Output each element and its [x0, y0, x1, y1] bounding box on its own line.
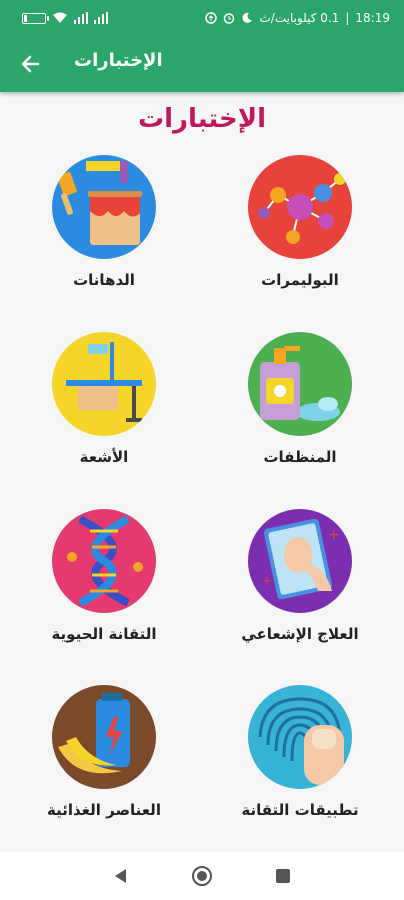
fingerprint-icon [248, 685, 352, 789]
status-left [22, 12, 108, 24]
test-item-label: الأشعة [79, 448, 129, 466]
clock: 18:19 [355, 11, 390, 25]
svg-text:+: + [328, 527, 340, 543]
test-item-label: الدهانات [73, 271, 135, 289]
data-saver-icon [205, 12, 218, 24]
back-button[interactable] [16, 50, 44, 78]
app-bar: الإختبارات [0, 36, 404, 92]
signal-icon [74, 12, 88, 24]
nav-back-button[interactable] [101, 856, 141, 896]
status-bar: 0.1 كيلوبايت/ث | 18:19 [0, 0, 404, 36]
nav-home-button[interactable] [182, 856, 222, 896]
test-item-label: البوليمرات [261, 271, 339, 289]
test-item-biotech[interactable]: التقانة الحيوية [29, 509, 179, 679]
xray-table-icon [52, 332, 156, 436]
signal-icon-2 [94, 12, 108, 24]
detergents-bottle-icon [248, 332, 352, 436]
system-nav-bar [0, 852, 404, 900]
test-item-radiotherapy[interactable]: + + العلاج الإشعاعي [225, 509, 375, 679]
wifi-icon [53, 12, 67, 23]
test-item-label: المنظفات [263, 448, 337, 466]
test-item-xray[interactable]: الأشعة [29, 332, 179, 502]
network-speed: 0.1 كيلوبايت/ث [259, 11, 340, 25]
page-title: الإختبارات [137, 104, 266, 134]
biotech-dna-icon [52, 509, 156, 613]
test-item-label: العناصر الغذائية [47, 801, 161, 819]
nav-back-icon [114, 869, 126, 883]
test-item-label: التقانة الحيوية [51, 625, 157, 643]
moon-icon [243, 12, 253, 23]
polymers-molecule-icon [248, 155, 352, 259]
test-item-paints[interactable]: الدهانات [29, 155, 179, 325]
radiotherapy-face-icon: + + [248, 509, 352, 613]
arrow-back-icon [21, 55, 40, 73]
test-item-tech-applications[interactable]: تطبيقات التقانة [225, 685, 375, 855]
battery-icon [22, 12, 49, 24]
svg-text:+: + [262, 574, 272, 588]
paints-bucket-icon [52, 155, 156, 259]
nutrients-banana-icon [52, 685, 156, 789]
test-item-label: العلاج الإشعاعي [241, 625, 359, 643]
app-bar-title: الإختبارات [74, 50, 163, 71]
test-item-detergents[interactable]: المنظفات [225, 332, 375, 502]
test-item-nutrients[interactable]: العناصر الغذائية [29, 685, 179, 855]
status-right: 0.1 كيلوبايت/ث | 18:19 [205, 11, 390, 25]
test-item-label: تطبيقات التقانة [241, 801, 359, 819]
nav-recents-button[interactable] [263, 856, 303, 896]
nav-home-icon [191, 866, 212, 886]
test-item-polymers[interactable]: البوليمرات [225, 155, 375, 325]
nav-recents-icon [276, 869, 291, 883]
alarm-icon [224, 13, 235, 24]
